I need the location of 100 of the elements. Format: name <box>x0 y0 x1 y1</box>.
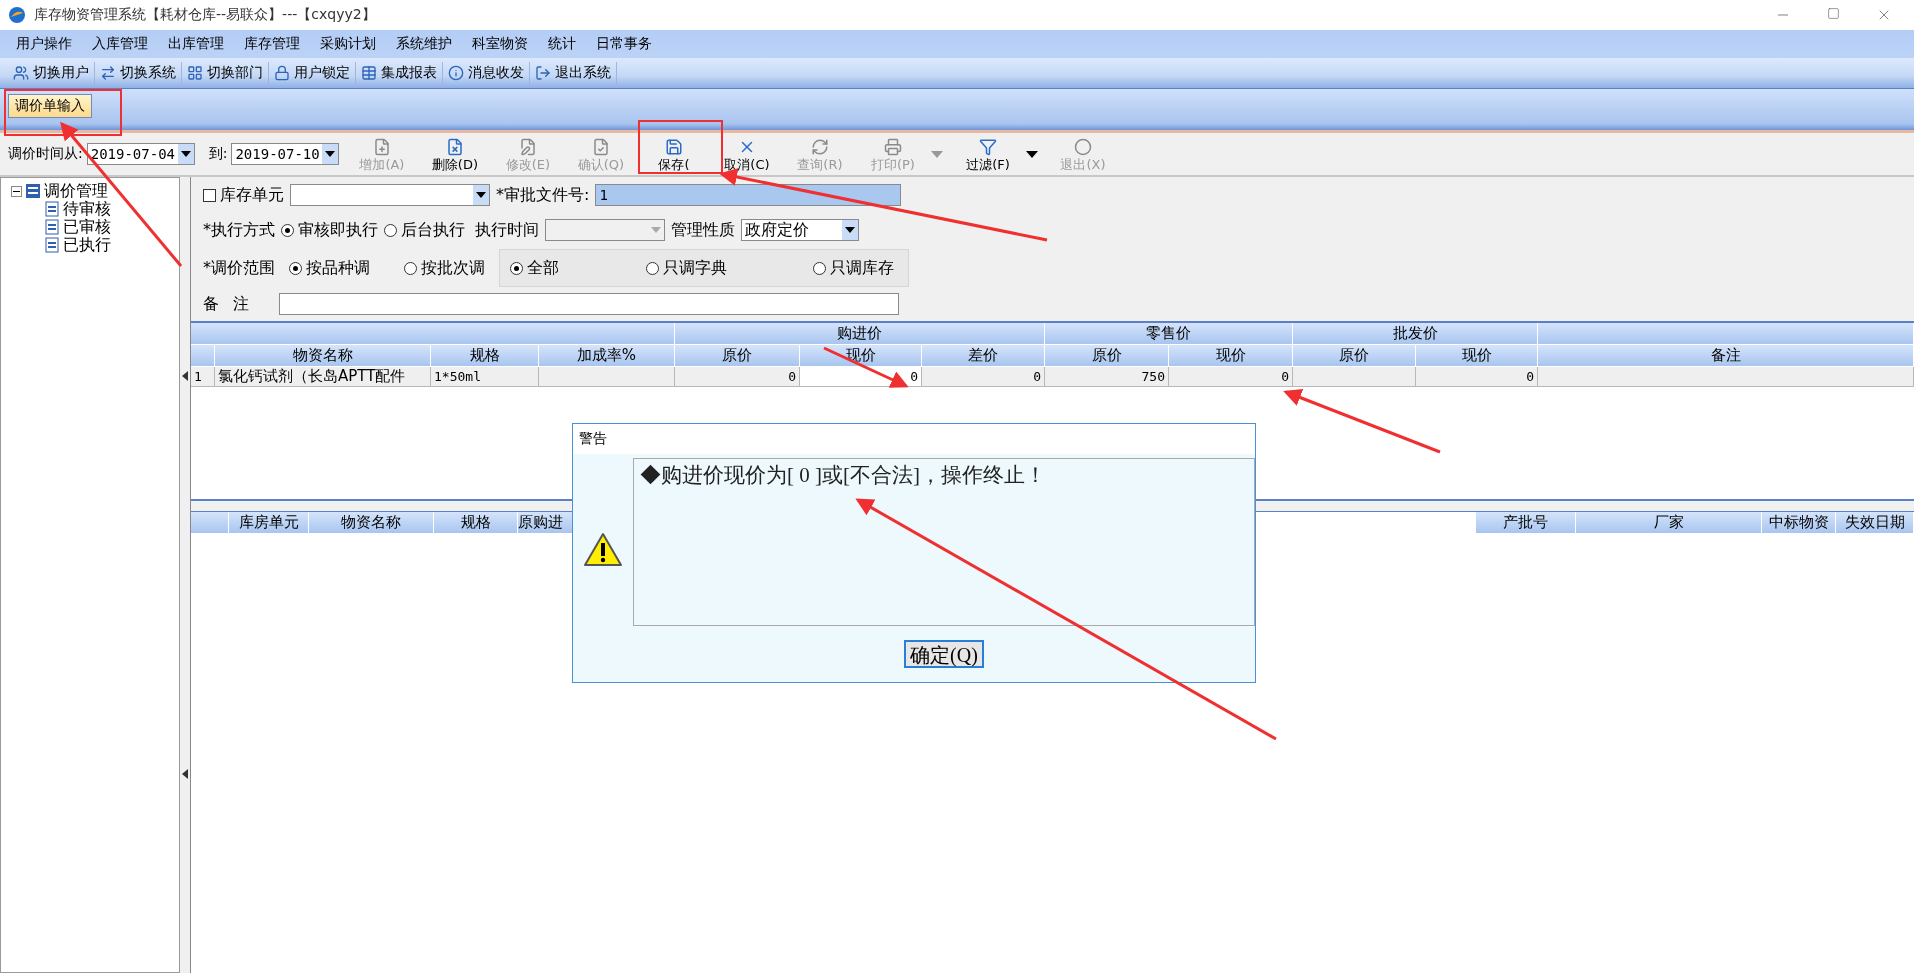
toolbar-button[interactable]: 集成报表 <box>356 62 443 84</box>
menu-item[interactable]: 库存管理 <box>234 35 310 53</box>
management-field[interactable]: 政府定价 <box>741 219 859 241</box>
column-header[interactable]: 现价 <box>1169 345 1293 367</box>
command-button[interactable]: 保存( <box>639 134 709 174</box>
date-to-field[interactable]: 2019-07-10 <box>231 143 340 165</box>
arrows-icon <box>100 65 116 81</box>
column-header[interactable]: 差价 <box>922 345 1045 367</box>
filter-icon <box>978 138 997 156</box>
radio-option[interactable]: 按批次调 <box>404 257 485 279</box>
warning-icon <box>583 532 623 568</box>
remark-label: 备 <box>203 293 220 315</box>
column-header[interactable]: 现价 <box>1416 345 1538 367</box>
column-group-header: 零售价 <box>1045 323 1293 345</box>
lock-icon <box>274 65 290 81</box>
toolbar-button[interactable]: 用户锁定 <box>269 62 356 84</box>
file-check-icon <box>591 138 610 156</box>
table-icon <box>361 65 377 81</box>
column-header[interactable]: 物资名称 <box>215 345 431 367</box>
collapse-icon[interactable] <box>11 185 22 197</box>
management-label: 管理性质 <box>671 219 735 241</box>
folder-icon <box>26 184 40 198</box>
document-icon <box>45 201 59 217</box>
toolbar-button[interactable]: 切换用户 <box>8 62 95 84</box>
toolbar-button[interactable]: 切换系统 <box>95 62 182 84</box>
tab[interactable]: 调价单输入 <box>8 94 92 118</box>
radio-option[interactable]: 只调库存 <box>813 257 894 279</box>
collapse-arrow-icon[interactable] <box>182 769 188 779</box>
collapse-arrow-icon[interactable] <box>182 371 188 381</box>
circle-icon <box>1073 138 1092 156</box>
toolbar-button[interactable]: 退出系统 <box>530 62 617 84</box>
column-header[interactable]: 原价 <box>1045 345 1169 367</box>
column-group-header: 购进价 <box>675 323 1045 345</box>
column-group-header: 批发价 <box>1293 323 1538 345</box>
menu-item[interactable]: 系统维护 <box>386 35 462 53</box>
ok-button[interactable]: 确定(Q) <box>904 640 984 668</box>
toolbar-button[interactable]: 消息收发 <box>443 62 530 84</box>
remark-label: 注 <box>233 293 250 315</box>
radio-option[interactable]: 只调字典 <box>645 257 727 279</box>
radio-option[interactable]: 后台执行 <box>384 219 465 241</box>
column-header[interactable]: 产批号 <box>1476 512 1576 534</box>
app-logo-icon <box>8 6 26 24</box>
scope-label: *调价范围 <box>203 257 275 279</box>
remark-field[interactable] <box>279 293 899 315</box>
menu-item[interactable]: 日常事务 <box>586 35 662 53</box>
column-header[interactable]: 原价 <box>1293 345 1416 367</box>
column-header[interactable]: 失效日期 <box>1836 512 1914 534</box>
column-header[interactable]: 原价 <box>675 345 800 367</box>
dropdown-icon <box>180 151 191 157</box>
dropdown-icon <box>325 151 336 157</box>
radio-option[interactable]: 全部 <box>510 257 559 279</box>
caret-icon[interactable] <box>1026 150 1039 158</box>
menu-item[interactable]: 统计 <box>538 35 586 53</box>
dropdown-icon <box>476 192 486 198</box>
date-from-field[interactable]: 2019-07-04 <box>86 143 195 165</box>
document-icon <box>45 237 59 253</box>
menu-item[interactable]: 用户操作 <box>6 35 82 53</box>
refresh-icon <box>810 138 829 156</box>
column-header[interactable]: 备注 <box>1538 345 1914 367</box>
store-unit-checkbox[interactable]: 库存单元 <box>203 184 284 206</box>
radio-option[interactable]: 按品种调 <box>289 257 370 279</box>
approval-number-label: *审批文件号: <box>496 184 590 206</box>
table-cell: 750 <box>1045 367 1169 387</box>
command-button[interactable]: 过滤(F) <box>953 134 1023 174</box>
column-header[interactable]: 规格 <box>434 512 518 534</box>
file-pen-icon <box>518 138 537 156</box>
menu-item[interactable]: 出库管理 <box>158 35 234 53</box>
exec-time-field[interactable] <box>545 219 665 241</box>
command-button[interactable]: 取消(C) <box>712 134 782 174</box>
exec-time-label: 执行时间 <box>475 219 539 241</box>
column-header[interactable]: 中标物资 <box>1762 512 1836 534</box>
radio-option[interactable]: 审核即执行 <box>281 219 378 241</box>
table-cell: 0 <box>1416 367 1538 387</box>
command-button[interactable]: 删除(D) <box>420 134 490 174</box>
window-title: 库存物资管理系统【耗材仓库--易联众】---【cxqyy2】 <box>34 6 376 24</box>
document-icon <box>45 219 59 235</box>
menu-item[interactable]: 入库管理 <box>82 35 158 53</box>
save-icon <box>664 138 683 156</box>
printer-icon <box>883 138 902 156</box>
restore-icon[interactable] <box>1827 7 1840 20</box>
row-number: 1 <box>191 367 215 387</box>
dropdown-icon <box>651 227 661 233</box>
table-cell: 1*50ml <box>431 367 539 387</box>
file-plus-icon <box>372 138 391 156</box>
menu-item[interactable]: 采购计划 <box>310 35 386 53</box>
table-cell: 0 <box>800 367 922 387</box>
column-header[interactable]: 库房单元 <box>229 512 309 534</box>
store-unit-field[interactable] <box>290 184 490 206</box>
approval-number-field[interactable]: 1 <box>595 184 902 206</box>
date-to-label: 到: <box>208 145 228 163</box>
exec-mode-label: *执行方式 <box>203 219 275 241</box>
column-header[interactable]: 加成率% <box>539 345 675 367</box>
column-header[interactable]: 厂家 <box>1576 512 1762 534</box>
column-header[interactable]: 规格 <box>431 345 539 367</box>
toolbar-button[interactable]: 切换部门 <box>182 62 269 84</box>
users-icon <box>13 65 29 81</box>
menu-item[interactable]: 科室物资 <box>462 35 538 53</box>
grid-icon <box>187 65 203 81</box>
table-cell: 氯化钙试剂（长岛APTT配件 <box>215 367 431 387</box>
column-header[interactable]: 物资名称 <box>309 512 434 534</box>
